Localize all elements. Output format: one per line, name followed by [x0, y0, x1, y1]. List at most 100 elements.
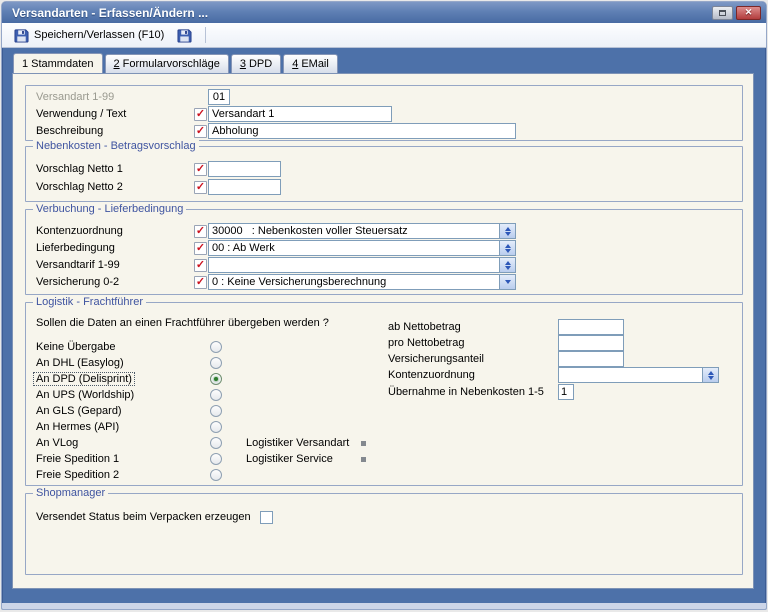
dropdown-button[interactable] [499, 275, 515, 289]
logistik-kontenzuordnung-combo[interactable] [558, 367, 719, 383]
pro-nettobetrag-label: pro Nettobetrag [388, 337, 558, 349]
radio-label-spedition1: Freie Spedition 1 [36, 453, 194, 465]
dialog-window: Versandarten - Erfassen/Ändern ... ✕ Spe… [1, 1, 767, 610]
spinner-button[interactable] [499, 258, 515, 272]
maximize-icon [719, 10, 726, 16]
ab-nettobetrag-label: ab Nettobetrag [388, 321, 558, 333]
ab-nettobetrag-input[interactable] [558, 319, 624, 335]
dialog-client-area: 1Stammdaten 2Formularvorschläge 3DPD 4EM… [4, 48, 764, 609]
group-verbuchung: Verbuchung - Lieferbedingung Kontenzuord… [25, 209, 743, 295]
tab-label: EMail [301, 58, 329, 70]
group-stammdaten: Versandart 1-99 Verwendung / Text ✓ Besc… [25, 85, 743, 141]
validate-check-icon[interactable]: ✓ [194, 259, 207, 272]
save-exit-label: Speichern/Verlassen (F10) [34, 29, 164, 41]
toolbar-separator [205, 27, 206, 43]
window-bottom-edge [2, 603, 766, 609]
close-button[interactable]: ✕ [736, 6, 761, 20]
maximize-button[interactable] [712, 6, 733, 20]
tab-number: 1 [22, 58, 28, 70]
spinner-down-icon [505, 249, 511, 253]
radio-dpd[interactable] [210, 373, 222, 385]
close-icon: ✕ [745, 8, 753, 17]
logistiker-versandart-label: Logistiker Versandart [246, 437, 361, 449]
save-button[interactable] [174, 27, 195, 44]
radio-label-ups: An UPS (Worldship) [36, 389, 194, 401]
versendet-checkbox[interactable] [260, 511, 273, 524]
save-exit-button[interactable]: Speichern/Verlassen (F10) [11, 27, 167, 44]
beschreibung-input[interactable] [208, 123, 516, 139]
vorschlag-netto2-label: Vorschlag Netto 2 [36, 181, 194, 193]
frachtfuehrer-question: Sollen die Daten an einen Frachtführer ü… [36, 317, 329, 329]
lieferbedingung-label: Lieferbedingung [36, 242, 194, 254]
validate-check-icon[interactable]: ✓ [194, 125, 207, 138]
versandtarif-combo[interactable] [208, 257, 516, 273]
versicherung-label: Versicherung 0-2 [36, 276, 194, 288]
radio-spedition1[interactable] [210, 453, 222, 465]
radio-hermes[interactable] [210, 421, 222, 433]
group-legend: Verbuchung - Lieferbedingung [33, 203, 186, 215]
radio-label-gls: An GLS (Gepard) [36, 405, 194, 417]
radio-dhl[interactable] [210, 357, 222, 369]
vorschlag-netto1-label: Vorschlag Netto 1 [36, 163, 194, 175]
spinner-up-icon [505, 244, 511, 248]
versandart-label: Versandart 1-99 [36, 91, 194, 103]
tab-label: DPD [249, 58, 272, 70]
window-title: Versandarten - Erfassen/Ändern ... [12, 6, 208, 20]
uebernahme-input[interactable] [558, 384, 574, 400]
validate-check-icon[interactable]: ✓ [194, 181, 207, 194]
group-nebenkosten: Nebenkosten - Betragsvorschlag Vorschlag… [25, 146, 743, 202]
combo-value: 00 : Ab Werk [209, 241, 499, 255]
radio-label-dhl: An DHL (Easylog) [36, 357, 194, 369]
tab-formularvorschlaege[interactable]: 2Formularvorschläge [105, 54, 229, 73]
tab-stammdaten[interactable]: 1Stammdaten [13, 53, 103, 73]
vorschlag-netto2-input[interactable] [208, 179, 281, 195]
beschreibung-label: Beschreibung [36, 125, 194, 137]
spinner-button[interactable] [499, 224, 515, 238]
radio-keine-uebergabe[interactable] [210, 341, 222, 353]
versandart-input[interactable] [208, 89, 230, 105]
vorschlag-netto1-input[interactable] [208, 161, 281, 177]
spinner-button[interactable] [499, 241, 515, 255]
tab-email[interactable]: 4EMail [283, 54, 338, 73]
spinner-up-icon [505, 227, 511, 231]
window-controls: ✕ [712, 6, 761, 20]
validate-check-icon[interactable]: ✓ [194, 242, 207, 255]
kontenzuordnung-combo[interactable]: 30000 : Nebenkosten voller Steuersatz [208, 223, 516, 239]
validate-check-icon[interactable]: ✓ [194, 163, 207, 176]
group-legend: Shopmanager [33, 487, 108, 499]
radio-ups[interactable] [210, 389, 222, 401]
combo-value: 0 : Keine Versicherungsberechnung [209, 275, 499, 289]
kontenzuordnung-label: Kontenzuordnung [36, 225, 194, 237]
spinner-up-icon [708, 371, 714, 375]
group-shopmanager: Shopmanager Versendet Status beim Verpac… [25, 493, 743, 575]
logistiker-service-marker [361, 457, 366, 462]
spinner-down-icon [505, 266, 511, 270]
lieferbedingung-combo[interactable]: 00 : Ab Werk [208, 240, 516, 256]
group-legend: Nebenkosten - Betragsvorschlag [33, 140, 199, 152]
verwendung-input[interactable] [208, 106, 392, 122]
tab-dpd[interactable]: 3DPD [231, 54, 281, 73]
versandtarif-label: Versandtarif 1-99 [36, 259, 194, 271]
versicherung-combo[interactable]: 0 : Keine Versicherungsberechnung [208, 274, 516, 290]
tab-label: Stammdaten [31, 58, 93, 70]
versendet-status-label: Versendet Status beim Verpacken erzeugen [36, 511, 251, 523]
spinner-button[interactable] [702, 368, 718, 382]
radio-label-spedition2: Freie Spedition 2 [36, 469, 194, 481]
pro-nettobetrag-input[interactable] [558, 335, 624, 351]
radio-vlog[interactable] [210, 437, 222, 449]
radio-gls[interactable] [210, 405, 222, 417]
toolbar: Speichern/Verlassen (F10) [2, 23, 766, 48]
validate-check-icon[interactable]: ✓ [194, 108, 207, 121]
versicherungsanteil-input[interactable] [558, 351, 624, 367]
tab-number: 2 [114, 58, 120, 70]
logistiker-service-label: Logistiker Service [246, 453, 361, 465]
title-bar: Versandarten - Erfassen/Ändern ... ✕ [2, 2, 766, 23]
radio-spedition2[interactable] [210, 469, 222, 481]
validate-check-icon[interactable]: ✓ [194, 276, 207, 289]
save-icon [177, 28, 192, 43]
tab-strip: 1Stammdaten 2Formularvorschläge 3DPD 4EM… [13, 54, 764, 73]
radio-label-dpd: An DPD (Delisprint) [33, 372, 135, 386]
validate-check-icon[interactable]: ✓ [194, 225, 207, 238]
group-legend: Logistik - Frachtführer [33, 296, 146, 308]
radio-label-keine-uebergabe: Keine Übergabe [36, 341, 194, 353]
